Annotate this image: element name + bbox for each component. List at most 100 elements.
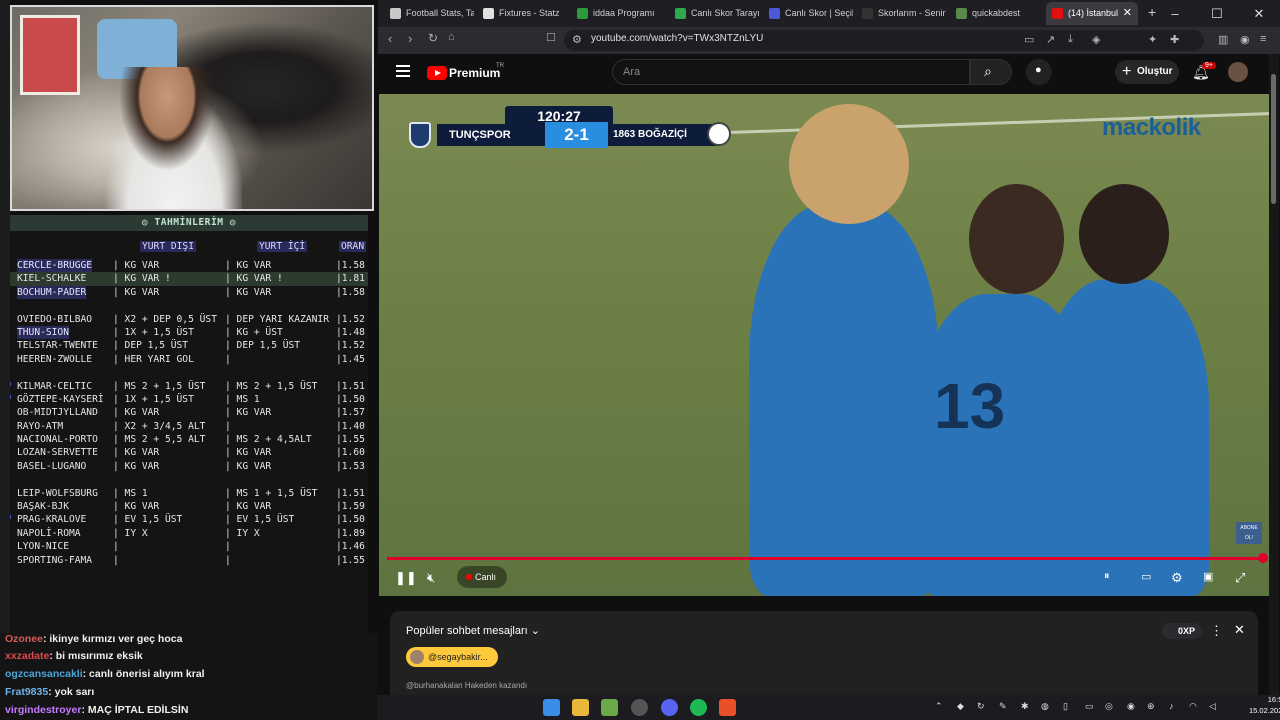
volume-icon[interactable]: ◁ — [1209, 701, 1216, 712]
network-icon[interactable]: ◠ — [1189, 701, 1197, 712]
away-pick: | EV 1,5 ÜST — [225, 514, 295, 526]
discord-icon[interactable] — [661, 699, 678, 716]
tray-ball-icon[interactable]: ⊕ — [1147, 701, 1155, 712]
puzzle-icon[interactable]: ✚ — [1170, 33, 1179, 46]
tab-close-icon[interactable]: ✕ — [1123, 2, 1132, 25]
tray-pen-icon[interactable]: ✎ — [999, 701, 1007, 712]
tab-favicon-icon — [1052, 8, 1063, 19]
tray-bluetooth-icon[interactable]: ✱ — [1021, 701, 1029, 712]
progress-bar[interactable] — [387, 557, 1263, 560]
home-icon[interactable]: ⌂ — [448, 31, 455, 43]
home-pick: | KG VAR — [113, 501, 160, 513]
progress-handle[interactable] — [1258, 553, 1268, 563]
voice-search-button[interactable]: ● — [1026, 59, 1052, 85]
notepad-icon[interactable] — [601, 699, 618, 716]
download-icon[interactable]: ⤓ — [1068, 33, 1073, 46]
autoplay-toggle-icon[interactable]: ⏸ — [1104, 570, 1110, 583]
odds: |1.81 — [336, 273, 365, 285]
odds: |1.50 — [336, 393, 365, 405]
subscribe-badge[interactable]: ABONE OL! — [1236, 522, 1262, 544]
browser-tab[interactable]: iddaa Programı — [571, 2, 665, 25]
match-name: PRAG-KRALOVE — [17, 514, 87, 526]
tray-discord-icon[interactable]: ◍ — [1041, 701, 1049, 712]
maximize-button[interactable]: ☐ — [1196, 0, 1238, 27]
browser-tab[interactable]: Football Stats, Tal — [384, 2, 474, 25]
obs-icon[interactable] — [631, 699, 648, 716]
tray-app-icon[interactable]: ◉ — [1127, 701, 1135, 712]
chevron-down-icon: ⌄ — [530, 625, 540, 637]
match-name: BOCHUM-PADER — [17, 285, 87, 300]
tray-chevron-icon[interactable]: ⌃ — [935, 701, 943, 712]
create-button[interactable]: + Oluştur — [1115, 60, 1179, 84]
page-scrollbar[interactable] — [1269, 54, 1279, 695]
prediction-row: KILMAR-CELTIC | MS 2 + 1,5 ÜST | MS 2 + 1,… — [10, 379, 368, 393]
video-player[interactable]: 13 120:27 TUNÇSPOR 2-1 1863 BOĞAZİÇİ mac… — [379, 94, 1269, 596]
close-window-button[interactable]: ✕ — [1238, 0, 1280, 27]
forward-icon[interactable]: › — [408, 31, 412, 46]
pause-icon[interactable]: ❚❚ — [395, 570, 417, 586]
home-pick: | X2 + DEP 0,5 ÜST — [113, 313, 217, 325]
live-indicator[interactable]: Canlı — [457, 566, 507, 588]
account-avatar[interactable] — [1228, 62, 1248, 82]
prediction-row: OVIEDO-BILBAO | X2 + DEP 0,5 ÜST | DEP YAR… — [10, 313, 368, 326]
cast-icon[interactable]: ▭ — [1024, 33, 1034, 46]
home-pick: | KG VAR — [113, 286, 160, 298]
system-clock[interactable]: 16:56 15.02.2026 — [1249, 694, 1280, 716]
pinned-user-chip[interactable]: @segaybakir... — [406, 647, 498, 667]
search-input[interactable] — [612, 59, 970, 85]
new-tab-icon[interactable]: + — [1148, 4, 1156, 20]
url-text[interactable]: youtube.com/watch?v=TWx3NTZnLYU — [591, 33, 763, 44]
marker-dot-icon — [10, 379, 11, 388]
chat-mode-dropdown[interactable]: Popüler sohbet mesajları ⌄ — [406, 624, 540, 637]
browser-tab[interactable]: (14) İstanbul ✕ — [1046, 2, 1138, 25]
mute-icon[interactable]: 🔇︎ — [427, 570, 435, 586]
tray-gamepad-icon[interactable]: ▭ — [1085, 701, 1094, 712]
menu-burger-icon[interactable] — [396, 65, 410, 77]
browser-tab[interactable]: Canlı Skor Tarayıc — [669, 2, 759, 25]
file-explorer-icon[interactable] — [572, 699, 589, 716]
tray-steam-icon[interactable]: ◎ — [1105, 701, 1113, 712]
minimize-button[interactable]: – — [1154, 0, 1196, 27]
theater-mode-icon[interactable]: ▣ — [1203, 570, 1213, 583]
sidebar-icon[interactable]: ▥ — [1218, 33, 1228, 46]
youtube-logo-icon[interactable] — [427, 66, 447, 80]
tray-sync-icon[interactable]: ↻ — [977, 701, 985, 712]
site-info-icon[interactable]: ⚙ — [572, 33, 582, 46]
tray-mic-icon[interactable]: ♪ — [1169, 701, 1174, 711]
search-button[interactable]: ⌕ — [970, 59, 1012, 85]
fullscreen-icon[interactable]: ⤢ — [1235, 570, 1245, 586]
browser-tab[interactable]: Fixtures - Statz — [477, 2, 567, 25]
back-icon[interactable]: ‹ — [388, 31, 392, 46]
bookmark-icon[interactable]: ☐ — [546, 31, 556, 44]
windows-start-icon[interactable] — [543, 699, 560, 716]
chat-username[interactable]: xxzadate — [5, 650, 49, 662]
menu-icon[interactable]: ≡ — [1260, 33, 1266, 45]
chat-username[interactable]: Ozonee — [5, 633, 43, 645]
tray-nvidia-icon[interactable]: ◆ — [957, 701, 964, 712]
chat-username[interactable]: Frat9835 — [5, 686, 48, 698]
youtube-brand[interactable]: Premium — [449, 66, 500, 80]
browser-tab[interactable]: Canlı Skor | Seçile — [763, 2, 853, 25]
scroll-thumb[interactable] — [1271, 74, 1276, 204]
chat-text: : bi mısırımız eksik — [49, 650, 143, 662]
more-options-icon[interactable]: ⋮ — [1210, 623, 1223, 639]
vpn-icon[interactable]: ◉ — [1240, 33, 1250, 46]
subtitles-icon[interactable]: ▭ — [1141, 570, 1151, 583]
browser-tab[interactable]: Skorlarım - Senin — [856, 2, 946, 25]
xp-badge[interactable]: 0XP — [1162, 623, 1202, 639]
chat-username[interactable]: ogzcansancakli — [5, 668, 83, 680]
spotify-icon[interactable] — [690, 699, 707, 716]
settings-gear-icon[interactable]: ⚙ — [1171, 570, 1183, 586]
close-icon[interactable]: ✕ — [1234, 622, 1245, 638]
browser-tab[interactable]: quickabdest — [950, 2, 1042, 25]
tray-usb-icon[interactable]: ▯ — [1063, 701, 1068, 712]
reload-icon[interactable]: ↻ — [428, 31, 438, 45]
chat-message: Frat9835: yok sarı — [5, 686, 94, 698]
share-icon[interactable]: ↗ — [1046, 33, 1055, 46]
tab-favicon-icon — [577, 8, 588, 19]
chat-username[interactable]: virgindestroyer — [5, 704, 81, 716]
marker-dot-icon — [10, 392, 11, 401]
extension-icon[interactable]: ✦ — [1148, 33, 1157, 46]
brave-icon[interactable] — [719, 699, 736, 716]
shield-icon[interactable]: ◈ — [1092, 33, 1100, 46]
